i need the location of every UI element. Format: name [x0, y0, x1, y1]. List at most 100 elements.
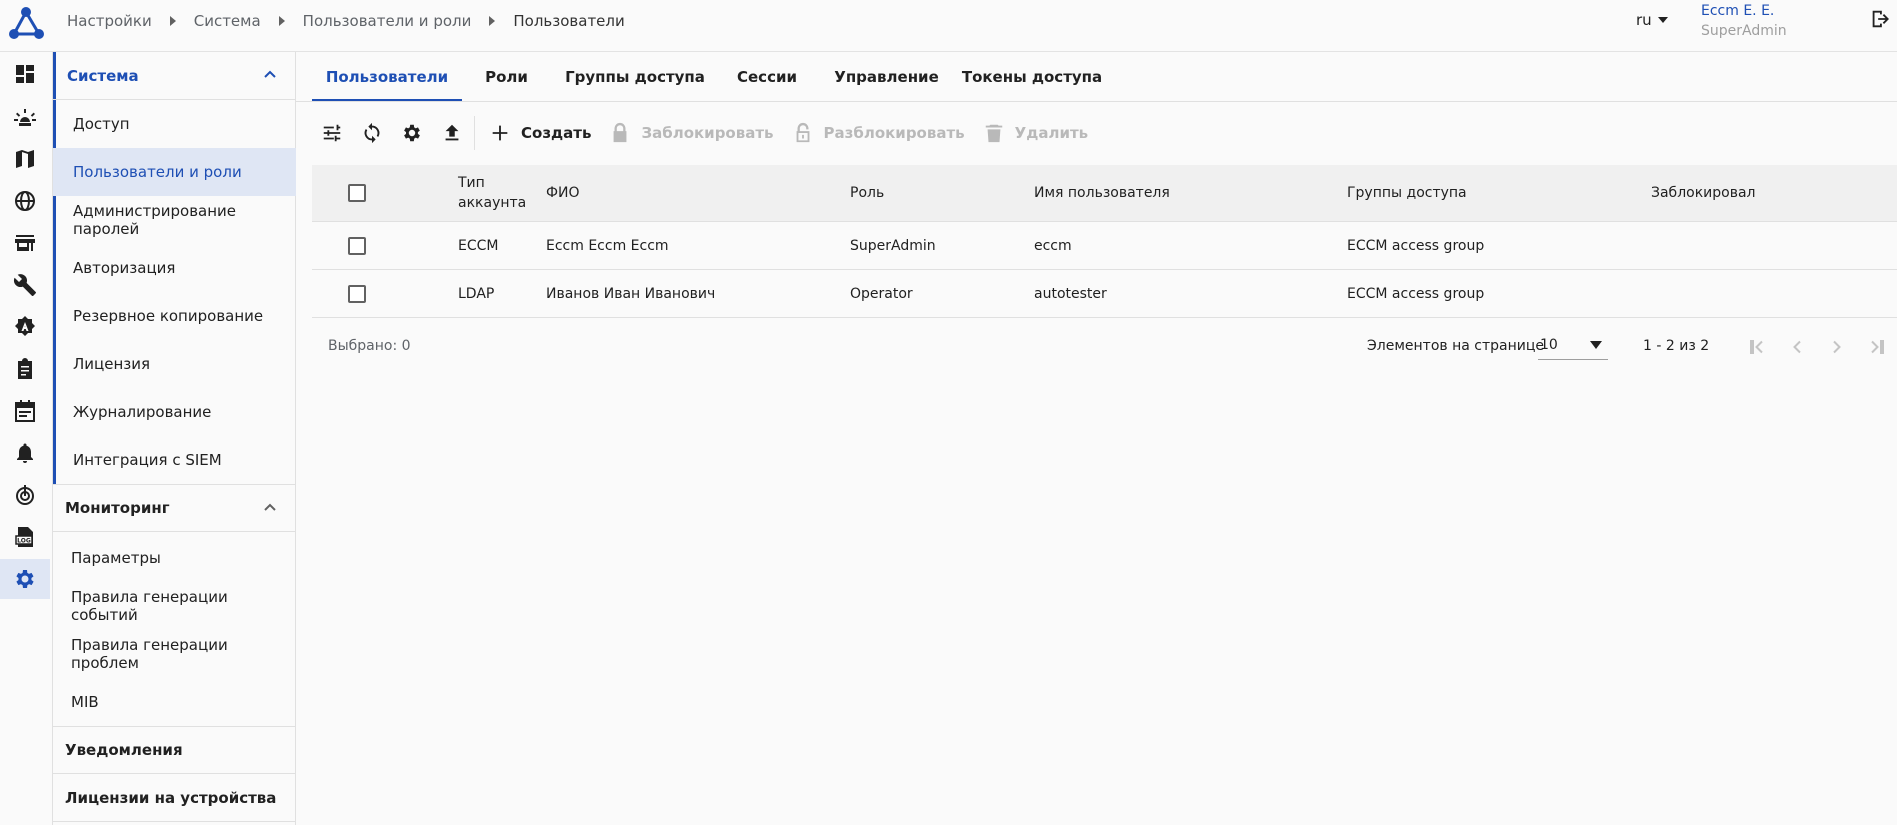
menu-item-event-rules[interactable]: Правила генерации событий	[53, 582, 296, 630]
tab-bar: Пользователи Роли Группы доступа Сессии …	[312, 52, 1106, 101]
cell-access-groups: ECCM access group	[1347, 237, 1485, 254]
tab-roles[interactable]: Роли	[462, 52, 551, 101]
breadcrumb-item[interactable]: Настройки	[67, 12, 152, 30]
breadcrumb-item[interactable]: Система	[194, 12, 261, 30]
trash-icon	[985, 124, 1002, 143]
logout-icon[interactable]	[1869, 8, 1891, 30]
menu-item-password-admin[interactable]: Администрирование паролей	[53, 196, 296, 244]
cell-full-name: Eccm Eccm Eccm	[546, 237, 669, 254]
upload-icon[interactable]	[432, 113, 472, 153]
row-checkbox[interactable]	[348, 222, 366, 269]
row-checkbox[interactable]	[348, 270, 366, 317]
prev-page-icon[interactable]	[1782, 332, 1812, 362]
table-row[interactable]: ECCM Eccm Eccm Eccm SuperAdmin eccm ECCM…	[312, 222, 1897, 270]
section-device-licenses-header[interactable]: Лицензии на устройства	[53, 774, 296, 822]
tab-sessions[interactable]: Сессии	[719, 52, 815, 101]
column-username[interactable]: Имя пользователя	[1034, 165, 1170, 221]
gear-icon[interactable]	[392, 113, 432, 153]
column-blocked-by[interactable]: Заблокировал	[1651, 165, 1756, 221]
menu-item-license[interactable]: Лицензия	[53, 340, 296, 388]
user-role: SuperAdmin	[1701, 23, 1787, 39]
clipboard-icon[interactable]	[0, 349, 50, 389]
globe-icon[interactable]	[0, 181, 50, 221]
plus-icon	[492, 125, 508, 141]
page-range: 1 - 2 из 2	[1643, 338, 1710, 354]
column-access-groups[interactable]: Группы доступа	[1347, 165, 1467, 221]
dashboard-icon[interactable]	[0, 54, 50, 94]
user-info[interactable]: Eccm E. E. SuperAdmin	[1701, 1, 1787, 41]
create-button[interactable]: Создать	[483, 113, 597, 153]
delete-button[interactable]: Удалить	[977, 113, 1094, 153]
menu-item-mib[interactable]: MIB	[53, 678, 296, 726]
column-role[interactable]: Роль	[850, 165, 884, 221]
map-icon[interactable]	[0, 139, 50, 179]
section-notifications-header[interactable]: Уведомления	[53, 726, 296, 774]
tab-users[interactable]: Пользователи	[312, 52, 462, 101]
menu-item-authorization[interactable]: Авторизация	[53, 244, 296, 292]
cell-username: eccm	[1034, 237, 1072, 254]
wrench-icon[interactable]	[0, 265, 50, 305]
create-label: Создать	[521, 124, 592, 142]
section-monitoring-header[interactable]: Мониторинг	[53, 484, 296, 532]
column-account-type[interactable]: Тип аккаунта	[458, 165, 528, 221]
table-footer: Выбрано: 0 Элементов на странице 10 1 - …	[312, 322, 1897, 372]
page-size-label: Элементов на странице	[1367, 338, 1544, 354]
column-full-name[interactable]: ФИО	[546, 165, 580, 221]
tab-management[interactable]: Управление	[815, 52, 958, 101]
caret-down-icon	[1657, 17, 1668, 23]
language-select[interactable]: ru	[1636, 11, 1668, 29]
cell-username: autotester	[1034, 285, 1107, 302]
menu-item-siem[interactable]: Интеграция с SIEM	[53, 436, 296, 484]
page-size-value: 10	[1540, 336, 1558, 353]
section-title: Система	[67, 66, 139, 85]
tab-access-tokens[interactable]: Токены доступа	[958, 52, 1106, 101]
last-page-icon[interactable]	[1862, 332, 1892, 362]
chevron-up-icon	[264, 503, 276, 511]
store-icon[interactable]	[0, 223, 50, 263]
tab-access-groups[interactable]: Группы доступа	[551, 52, 719, 101]
cell-role: Operator	[850, 285, 913, 302]
menu-item-problem-rules[interactable]: Правила генерации проблем	[53, 630, 296, 678]
refresh-icon[interactable]	[352, 113, 392, 153]
settings-side-menu: Система Доступ Пользователи и роли Админ…	[52, 52, 296, 825]
menu-item-access[interactable]: Доступ	[53, 100, 296, 148]
bell-icon[interactable]	[0, 433, 50, 473]
first-page-icon[interactable]	[1742, 332, 1772, 362]
settings-icon[interactable]	[0, 559, 50, 599]
page-size-select[interactable]: 10	[1538, 330, 1608, 360]
chevron-up-icon	[264, 70, 276, 78]
alarm-icon[interactable]	[0, 97, 50, 137]
monitor-icon[interactable]	[0, 475, 50, 515]
table-header: Тип аккаунта ФИО Роль Имя пользователя Г…	[312, 165, 1897, 222]
app-logo-icon[interactable]	[6, 4, 46, 44]
menu-item-users-roles[interactable]: Пользователи и роли	[53, 148, 296, 196]
section-system-header[interactable]: Система	[53, 52, 296, 100]
unblock-label: Разблокировать	[823, 124, 965, 142]
menu-item-parameters[interactable]: Параметры	[53, 534, 296, 582]
chevron-right-icon	[471, 16, 513, 26]
selected-count: Выбрано: 0	[328, 338, 411, 354]
section-title: Мониторинг	[65, 499, 170, 517]
breadcrumb: Настройки Система Пользователи и роли По…	[67, 0, 625, 42]
users-table: Тип аккаунта ФИО Роль Имя пользователя Г…	[312, 165, 1897, 318]
calendar-icon[interactable]	[0, 391, 50, 431]
delete-label: Удалить	[1014, 124, 1089, 142]
admin-icon[interactable]	[0, 307, 50, 347]
unblock-button[interactable]: Разблокировать	[786, 113, 971, 153]
toolbar-divider	[474, 116, 475, 150]
icon-rail: LOG	[0, 52, 52, 825]
next-page-icon[interactable]	[1822, 332, 1852, 362]
chevron-right-icon	[261, 16, 303, 26]
filter-settings-icon[interactable]	[312, 113, 352, 153]
log-icon[interactable]: LOG	[0, 517, 50, 557]
chevron-right-icon	[152, 16, 194, 26]
menu-item-logging[interactable]: Журналирование	[53, 388, 296, 436]
block-button[interactable]: Заблокировать	[603, 113, 779, 153]
select-all-checkbox[interactable]	[348, 165, 366, 221]
toolbar: Создать Заблокировать Разблокировать Уда…	[312, 112, 1100, 154]
block-label: Заблокировать	[641, 124, 774, 142]
table-row[interactable]: LDAP Иванов Иван Иванович Operator autot…	[312, 270, 1897, 318]
menu-item-backup[interactable]: Резервное копирование	[53, 292, 296, 340]
breadcrumb-item[interactable]: Пользователи и роли	[303, 12, 472, 30]
breadcrumb-current: Пользователи	[513, 12, 625, 30]
